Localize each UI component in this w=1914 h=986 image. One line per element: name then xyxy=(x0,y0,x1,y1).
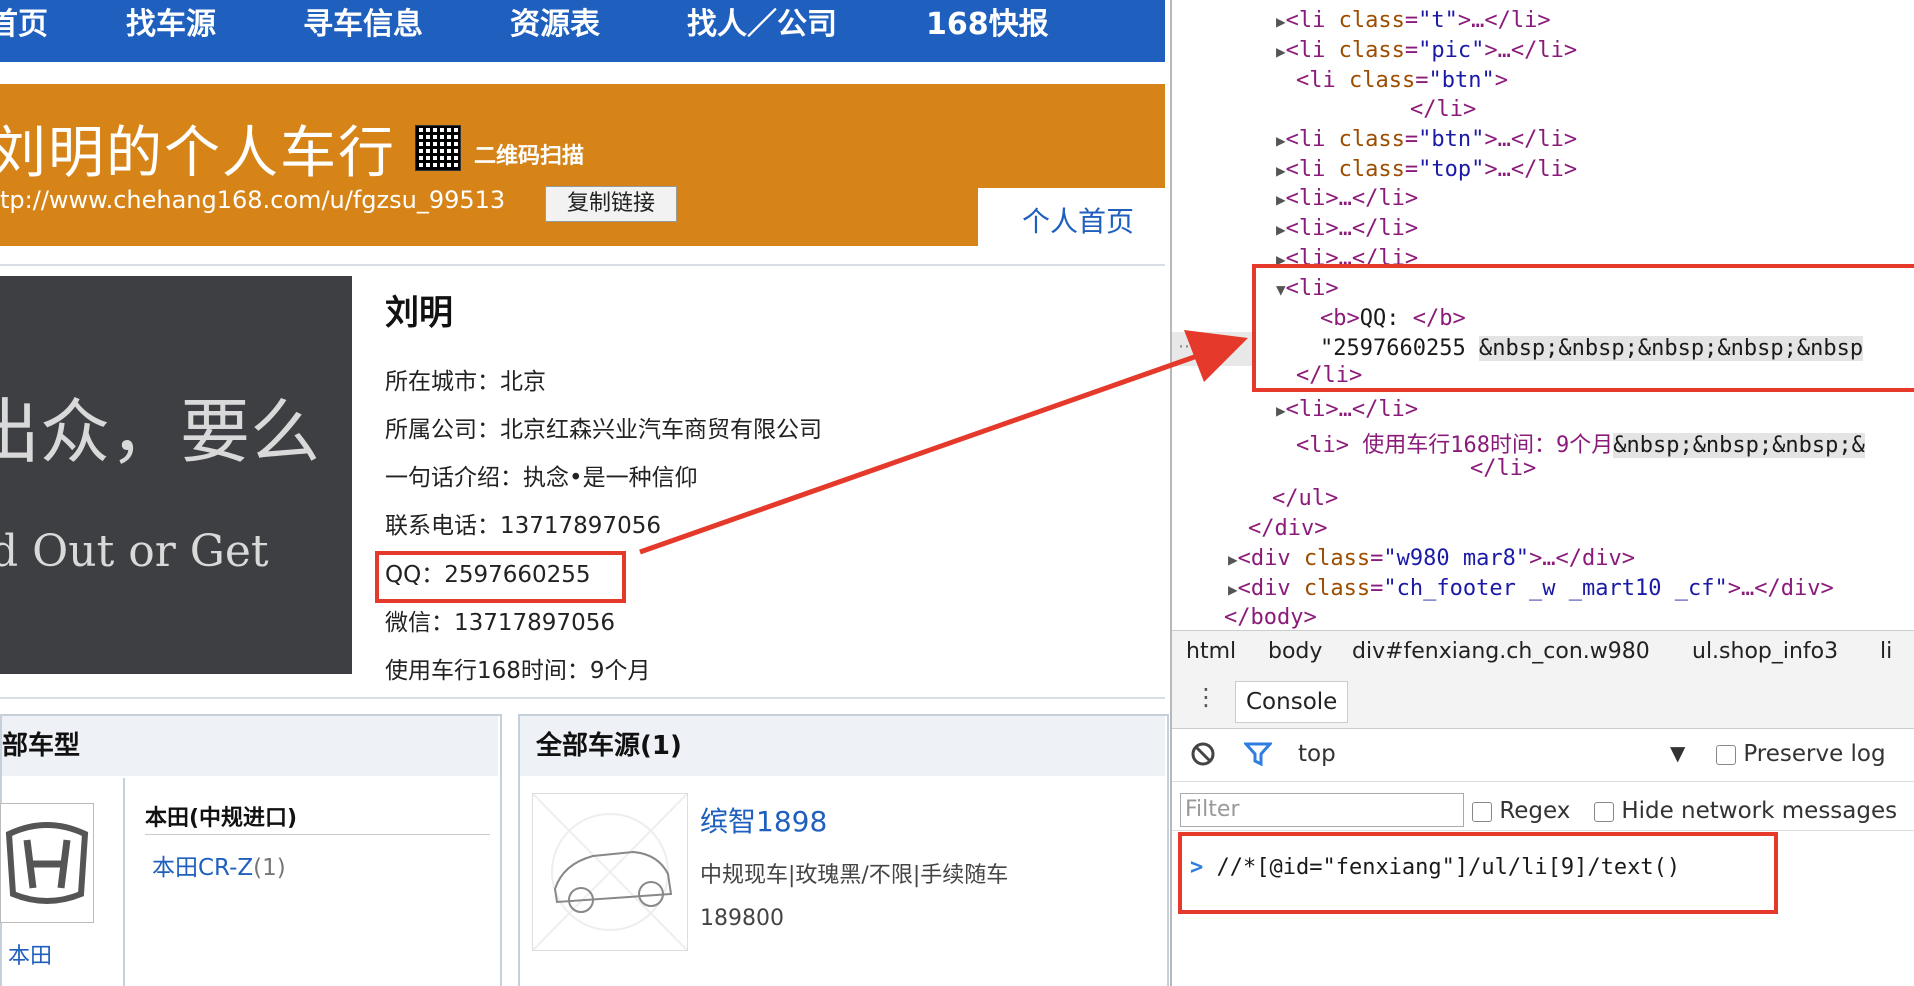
arrow-line xyxy=(639,352,1201,555)
annotation-arrow xyxy=(639,330,1248,555)
